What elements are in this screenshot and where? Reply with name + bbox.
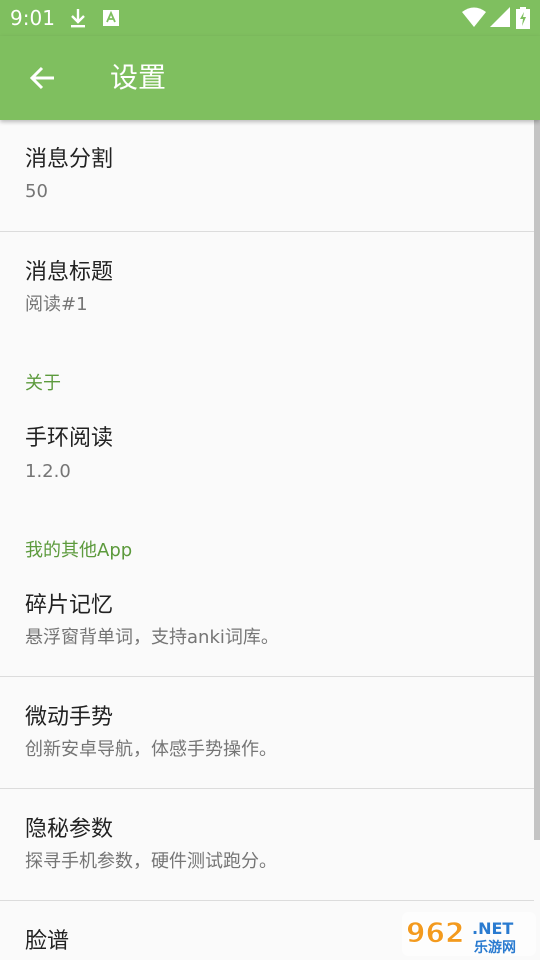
setting-value: 悬浮窗背单词，支持anki词库。 [25,627,279,648]
setting-band-reader[interactable]: 手环阅读 1.2.0 [0,408,540,508]
font-a-icon [103,10,119,26]
setting-title: 脸谱 [25,929,70,954]
watermark-suffix: .NET [472,919,513,938]
category-about: 关于 [25,373,61,394]
battery-icon [516,7,530,29]
setting-message-split[interactable]: 消息分割 50 [0,120,540,232]
setting-value: 50 [25,181,48,202]
watermark-logo: 962 .NET 乐游网 [402,912,536,956]
settings-list: 消息分割 50 消息标题 阅读#1 关于 手环阅读 1.2.0 我的其他App … [0,120,540,960]
setting-value: 探寻手机参数，硬件测试跑分。 [25,851,277,872]
app-item-hidden-params[interactable]: 隐秘参数 探寻手机参数，硬件测试跑分。 [0,789,540,900]
setting-value: 创新安卓导航，体感手势操作。 [25,739,277,760]
status-time: 9:01 [10,6,55,30]
back-arrow-icon[interactable] [28,64,56,92]
wifi-icon [462,7,486,27]
setting-message-title[interactable]: 消息标题 阅读#1 [0,232,540,340]
app-bar: 设置 [0,36,540,120]
watermark-site: 乐游网 [474,939,516,956]
category-other-apps: 我的其他App [25,540,133,561]
setting-title: 手环阅读 [25,426,114,451]
setting-value: 1.2.0 [25,461,71,482]
setting-title: 消息分割 [25,147,114,172]
app-item-micro-gesture[interactable]: 微动手势 创新安卓导航，体感手势操作。 [0,677,540,788]
scrollbar[interactable] [534,120,540,840]
status-bar: 9:01 [0,0,540,36]
download-icon [71,9,85,28]
setting-title: 隐秘参数 [25,817,114,842]
setting-value: 阅读#1 [25,294,88,315]
watermark-number: 962 [406,916,464,949]
setting-title: 碎片记忆 [25,593,114,618]
signal-icon [490,7,510,27]
page-title: 设置 [110,61,167,94]
setting-title: 消息标题 [25,260,114,285]
app-item-fragment-memory[interactable]: 碎片记忆 悬浮窗背单词，支持anki词库。 [0,576,540,676]
setting-title: 微动手势 [25,705,114,730]
